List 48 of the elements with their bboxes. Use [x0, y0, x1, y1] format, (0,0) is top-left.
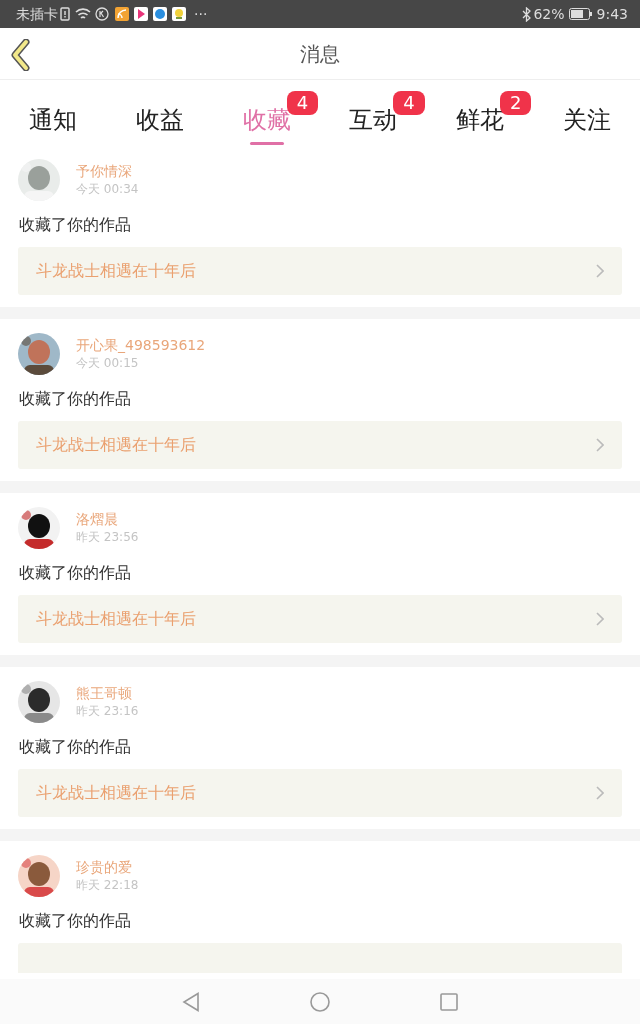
work-link[interactable]: 斗龙战士相遇在十年后: [18, 247, 622, 295]
user-name[interactable]: 珍贵的爱: [76, 858, 139, 876]
timestamp: 昨天 23:56: [76, 529, 139, 546]
k-circle-icon: [95, 7, 109, 21]
message-text: 收藏了你的作品: [19, 910, 132, 932]
work-link[interactable]: 斗龙战士相遇在十年后: [18, 769, 622, 817]
work-title: 斗龙战士相遇在十年后: [36, 608, 196, 630]
work-link[interactable]: 斗龙战士相遇在十年后: [18, 421, 622, 469]
timestamp: 昨天 22:18: [76, 877, 139, 894]
timestamp: 今天 00:15: [76, 355, 140, 372]
work-title: 斗龙战士相遇在十年后: [36, 260, 196, 282]
back-button[interactable]: [10, 39, 32, 71]
chevron-right-icon: [596, 438, 604, 452]
chevron-right-icon: [596, 264, 604, 278]
carrier-text: 未插卡: [16, 4, 58, 24]
message-text: 收藏了你的作品: [19, 736, 132, 758]
back-icon[interactable]: [182, 991, 200, 1012]
page-title: 消息: [300, 40, 340, 68]
app-icon: [172, 7, 186, 21]
message-text: 收藏了你的作品: [19, 562, 132, 584]
message-text: 收藏了你的作品: [19, 388, 132, 410]
user-name[interactable]: 熊王哥顿: [76, 684, 139, 702]
timestamp: 昨天 23:16: [76, 703, 139, 720]
bluetooth-icon: [522, 6, 532, 22]
work-title: 斗龙战士相遇在十年后: [36, 782, 196, 804]
battery-percent: 62%: [533, 4, 565, 24]
tab[interactable]: 通知: [29, 98, 78, 145]
user-name[interactable]: 予你情深: [76, 162, 139, 180]
tab[interactable]: 关注: [562, 98, 611, 145]
wifi-icon: [74, 7, 92, 21]
clock-text: 9:43: [596, 4, 628, 24]
message-text: 收藏了你的作品: [19, 214, 132, 236]
timestamp: 今天 00:34: [76, 181, 139, 198]
user-name[interactable]: 开心果_498593612: [76, 336, 206, 354]
recents-icon[interactable]: [440, 992, 458, 1011]
chevron-right-icon: [596, 786, 604, 800]
app-icon: [134, 7, 148, 21]
tab[interactable]: 收益: [136, 98, 184, 145]
home-icon[interactable]: [310, 991, 330, 1012]
sim-icon: [60, 7, 70, 21]
work-link[interactable]: 斗龙战士相遇在十年后: [18, 595, 622, 643]
chevron-right-icon: [596, 612, 604, 626]
battery-icon: [568, 8, 593, 20]
app-icon: [153, 7, 167, 21]
app-icon: [115, 7, 129, 21]
work-title: 斗龙战士相遇在十年后: [36, 434, 196, 456]
user-name[interactable]: 洛熠晨: [76, 510, 139, 528]
more-indicator: ···: [194, 4, 208, 24]
